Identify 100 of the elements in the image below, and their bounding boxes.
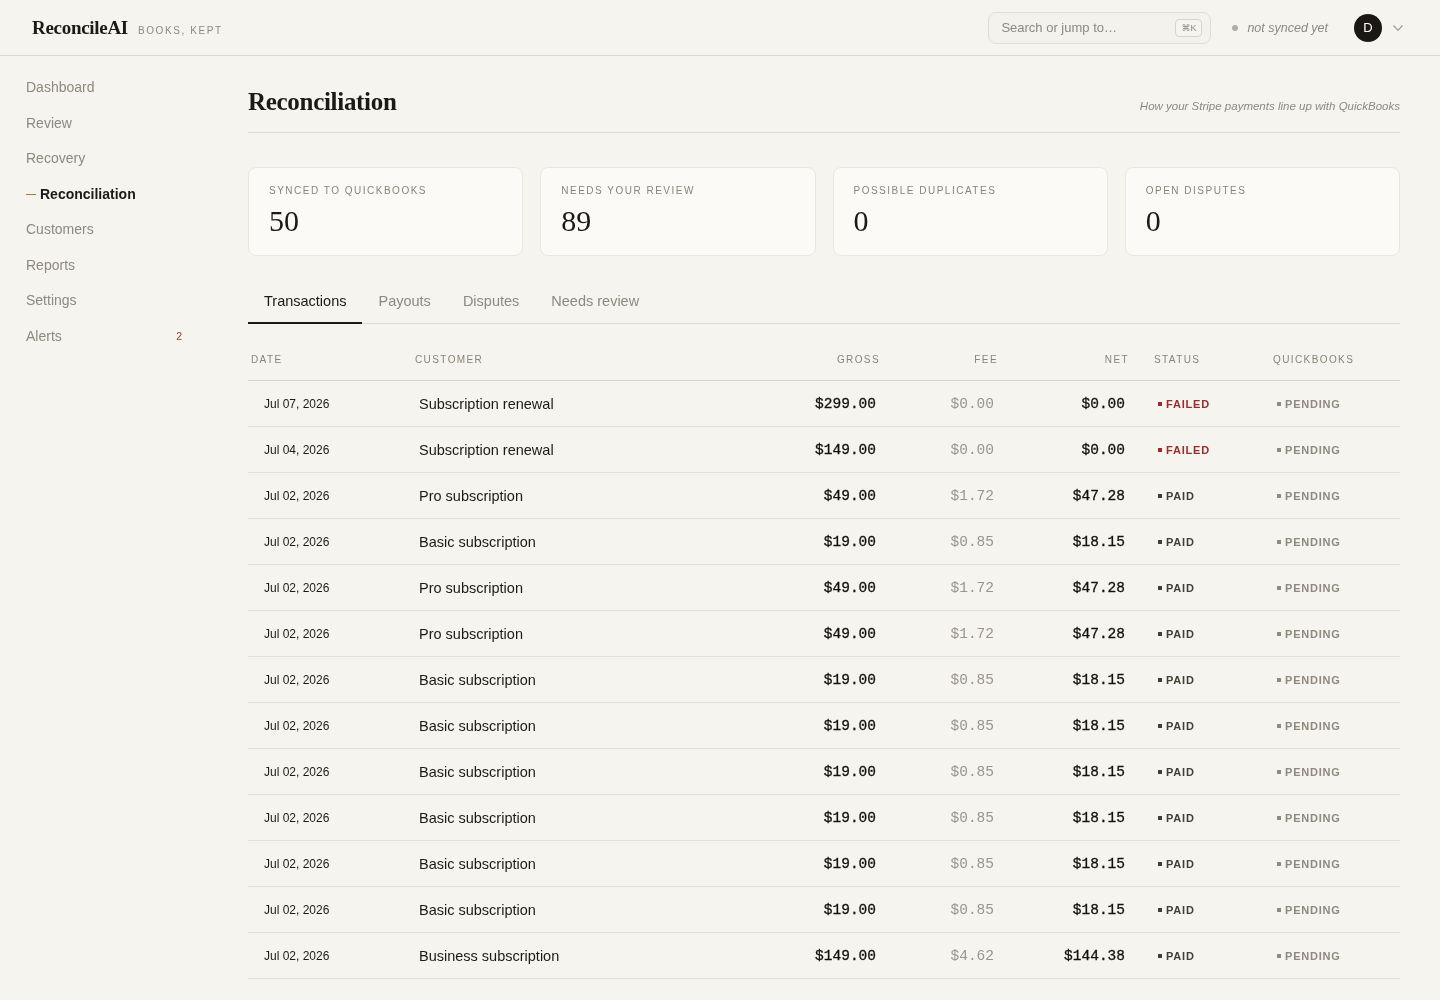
app-logo: ReconcileAI bbox=[32, 16, 128, 39]
date-cell-text: Jul 02, 2026 bbox=[263, 488, 331, 503]
customer-cell-text: Basic subscription bbox=[418, 763, 537, 780]
fee-cell-text: $1.72 bbox=[949, 579, 995, 596]
fee-cell-text: $0.85 bbox=[949, 671, 995, 688]
net-cell-text: $18.15 bbox=[1071, 763, 1126, 780]
net-cell-text: $18.15 bbox=[1071, 809, 1126, 826]
alert-count: 2 bbox=[176, 328, 182, 344]
page-title: Reconciliation bbox=[248, 88, 397, 116]
fee-cell-text: $0.85 bbox=[949, 809, 995, 826]
date-cell-text: Jul 02, 2026 bbox=[263, 856, 331, 871]
net-cell-text: $18.15 bbox=[1071, 901, 1126, 918]
tab[interactable]: Transactions bbox=[248, 279, 363, 324]
stat-label: NEEDS YOUR REVIEW bbox=[561, 185, 696, 197]
fee-cell-text: $4.62 bbox=[949, 947, 995, 964]
fee-cell-text: $0.00 bbox=[949, 395, 995, 412]
net-cell-text: $0.00 bbox=[1080, 441, 1126, 458]
sync-label: PENDING bbox=[1285, 673, 1341, 686]
gross-cell-text: $19.00 bbox=[822, 717, 877, 734]
sync-label: PENDING bbox=[1285, 719, 1341, 732]
net-cell-text: $47.28 bbox=[1071, 579, 1126, 596]
gross-cell-text: $149.00 bbox=[814, 441, 877, 458]
status-label: PAID bbox=[1166, 535, 1195, 548]
net-cell-text: $0.00 bbox=[1080, 395, 1126, 412]
column-header: STATUS bbox=[1153, 354, 1202, 365]
stat-value: 50 bbox=[269, 203, 300, 239]
net-cell-text: $18.15 bbox=[1071, 717, 1126, 734]
net-cell-text: $18.15 bbox=[1071, 855, 1126, 872]
stat-value: 89 bbox=[561, 203, 593, 239]
gross-cell-text: $49.00 bbox=[822, 625, 877, 642]
sidebar-item[interactable]: Reconciliation bbox=[26, 176, 182, 212]
column-header: GROSS bbox=[835, 354, 881, 365]
tab[interactable]: Payouts bbox=[362, 279, 447, 324]
sync-label: PENDING bbox=[1285, 765, 1341, 778]
sync-label: PENDING bbox=[1285, 443, 1341, 456]
customer-cell-text: Basic subscription bbox=[418, 533, 537, 550]
date-cell-text: Jul 04, 2026 bbox=[263, 442, 331, 457]
fee-cell-text: $0.85 bbox=[949, 763, 995, 780]
tab[interactable]: Needs review bbox=[535, 279, 656, 324]
sidebar-item[interactable]: Alerts 2 bbox=[26, 318, 182, 354]
net-cell-text: $47.28 bbox=[1071, 487, 1126, 504]
sync-label: PENDING bbox=[1285, 949, 1341, 962]
sidebar-item[interactable]: Customers bbox=[26, 212, 182, 248]
fee-cell-text: $0.85 bbox=[949, 855, 995, 872]
sync-label: PENDING bbox=[1285, 535, 1341, 548]
status-label: PAID bbox=[1166, 627, 1195, 640]
date-cell-text: Jul 02, 2026 bbox=[263, 626, 331, 641]
gross-cell-text: $19.00 bbox=[822, 809, 877, 826]
status-label: PAID bbox=[1166, 949, 1195, 962]
date-cell-text: Jul 02, 2026 bbox=[263, 672, 331, 687]
sync-label: PENDING bbox=[1285, 397, 1341, 410]
date-cell-text: Jul 02, 2026 bbox=[263, 810, 331, 825]
status-dot-icon bbox=[1232, 24, 1239, 31]
sync-label: PENDING bbox=[1285, 811, 1341, 824]
sync-status: not synced yet bbox=[1247, 20, 1328, 35]
customer-cell-text: Basic subscription bbox=[418, 717, 537, 734]
column-header: NET bbox=[1103, 354, 1130, 365]
column-header: QUICKBOOKS bbox=[1272, 354, 1356, 365]
chevron-down-icon[interactable] bbox=[1393, 24, 1403, 31]
column-header: DATE bbox=[250, 354, 284, 365]
gross-cell-text: $19.00 bbox=[822, 671, 877, 688]
customer-cell-text: Business subscription bbox=[418, 947, 561, 964]
status-label: PAID bbox=[1166, 719, 1195, 732]
status-label: FAILED bbox=[1166, 443, 1210, 456]
customer-cell-text: Subscription renewal bbox=[418, 441, 555, 458]
stat-label: OPEN DISPUTES bbox=[1145, 185, 1248, 197]
tab[interactable]: Disputes bbox=[446, 279, 536, 324]
sync-label: PENDING bbox=[1285, 857, 1341, 870]
sidebar-item[interactable]: Reports bbox=[26, 247, 182, 283]
net-cell-text: $144.38 bbox=[1063, 947, 1126, 964]
date-cell-text: Jul 07, 2026 bbox=[263, 396, 331, 411]
page-subtitle: How your Stripe payments line up with QuickBooks bbox=[1139, 100, 1400, 112]
status-label: FAILED bbox=[1166, 397, 1210, 410]
date-cell-text: Jul 02, 2026 bbox=[263, 580, 331, 595]
status-label: PAID bbox=[1166, 489, 1195, 502]
sync-label: PENDING bbox=[1285, 627, 1341, 640]
fee-cell-text: $0.85 bbox=[949, 533, 995, 550]
sidebar-item[interactable]: Dashboard bbox=[26, 70, 182, 106]
customer-cell-text: Basic subscription bbox=[418, 855, 537, 872]
customer-cell-text: Basic subscription bbox=[418, 809, 537, 826]
fee-cell-text: $0.85 bbox=[949, 901, 995, 918]
fee-cell-text: $1.72 bbox=[949, 625, 995, 642]
gross-cell-text: $19.00 bbox=[822, 533, 877, 550]
fee-cell-text: $1.72 bbox=[949, 487, 995, 504]
stat-label: POSSIBLE DUPLICATES bbox=[853, 185, 998, 197]
date-cell-text: Jul 02, 2026 bbox=[263, 902, 331, 917]
sidebar-item[interactable]: Settings bbox=[26, 283, 182, 319]
column-header: FEE bbox=[973, 354, 999, 365]
sidebar-item[interactable]: Review bbox=[26, 105, 182, 141]
app-tagline: BOOKS, KEPT bbox=[137, 24, 223, 36]
gross-cell-text: $19.00 bbox=[822, 855, 877, 872]
sync-label: PENDING bbox=[1285, 903, 1341, 916]
sidebar-item[interactable]: Recovery bbox=[26, 141, 182, 177]
fee-cell-text: $0.00 bbox=[949, 441, 995, 458]
status-label: PAID bbox=[1166, 673, 1195, 686]
customer-cell-text: Pro subscription bbox=[418, 487, 524, 504]
gross-cell-text: $49.00 bbox=[822, 487, 877, 504]
column-header: CUSTOMER bbox=[414, 354, 485, 365]
gross-cell-text: $49.00 bbox=[822, 579, 877, 596]
avatar[interactable]: D bbox=[1354, 13, 1382, 42]
